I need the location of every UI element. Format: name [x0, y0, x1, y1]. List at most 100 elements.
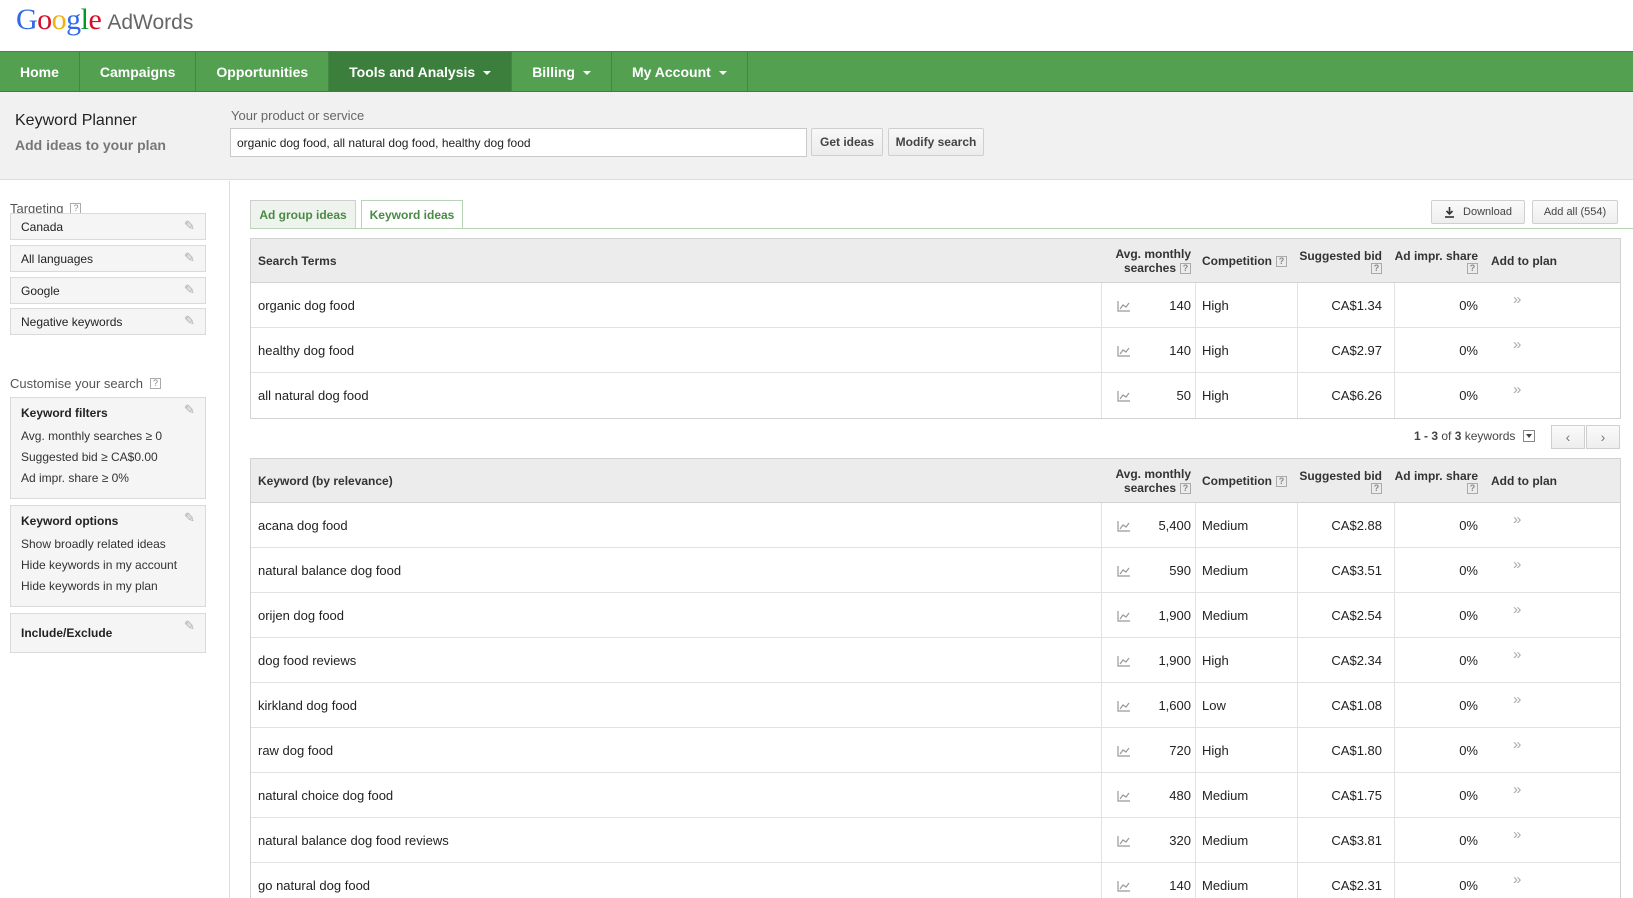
- trend-chart-icon[interactable]: [1117, 565, 1131, 577]
- add-to-plan-button[interactable]: »: [1513, 722, 1521, 767]
- pencil-icon[interactable]: ✎: [184, 251, 198, 265]
- pencil-icon[interactable]: ✎: [184, 219, 198, 233]
- add-to-plan-button[interactable]: »: [1513, 812, 1521, 857]
- trend-chart-icon[interactable]: [1117, 390, 1131, 402]
- trend-chart-button[interactable]: [1117, 328, 1131, 373]
- add-all-button[interactable]: Add all (554): [1532, 200, 1618, 224]
- trend-chart-icon[interactable]: [1117, 880, 1131, 892]
- page-title: Keyword Planner: [15, 112, 137, 129]
- nav-item-campaigns[interactable]: Campaigns: [80, 52, 197, 91]
- add-to-plan-button[interactable]: »: [1513, 497, 1521, 542]
- help-icon[interactable]: ?: [1371, 262, 1382, 274]
- col-header-suggested-bid[interactable]: Suggested bid?: [1299, 239, 1382, 283]
- tab-ad-group-ideas[interactable]: Ad group ideas: [250, 200, 356, 228]
- double-chevron-right-icon: »: [1513, 291, 1522, 308]
- add-to-plan-button[interactable]: »: [1513, 587, 1521, 632]
- download-button[interactable]: Download: [1431, 200, 1525, 224]
- trend-chart-button[interactable]: [1117, 818, 1131, 863]
- trend-chart-icon[interactable]: [1117, 790, 1131, 802]
- pencil-icon[interactable]: ✎: [184, 511, 198, 525]
- avg-monthly-searches: 140: [1169, 878, 1191, 893]
- help-icon[interactable]: ?: [149, 378, 161, 389]
- nav-item-tools-and-analysis[interactable]: Tools and Analysis: [329, 52, 513, 91]
- service-input[interactable]: [230, 128, 807, 157]
- trend-chart-button[interactable]: [1117, 503, 1131, 548]
- trend-chart-button[interactable]: [1117, 548, 1131, 593]
- col-header-ad-impr-share[interactable]: Ad impr. share?: [1395, 239, 1478, 283]
- trend-chart-icon[interactable]: [1117, 345, 1131, 357]
- keyword-filters-box[interactable]: Keyword filters Avg. monthly searches ≥ …: [10, 397, 206, 499]
- add-to-plan-button[interactable]: »: [1513, 677, 1521, 722]
- trend-chart-button[interactable]: [1117, 593, 1131, 638]
- prev-page-button[interactable]: ‹: [1551, 425, 1585, 449]
- double-chevron-right-icon: »: [1513, 736, 1522, 753]
- trend-chart-icon[interactable]: [1117, 700, 1131, 712]
- caret-down-icon: [483, 70, 492, 75]
- col-header-term[interactable]: Search Terms: [258, 239, 337, 283]
- targeting-item-canada[interactable]: Canada ✎: [10, 213, 206, 240]
- trend-chart-icon[interactable]: [1117, 520, 1131, 532]
- col-header-competition[interactable]: Competition?: [1202, 239, 1287, 283]
- trend-chart-button[interactable]: [1117, 283, 1131, 328]
- keyword-options-box[interactable]: Keyword options Show broadly related ide…: [10, 505, 206, 607]
- help-icon[interactable]: ?: [1467, 262, 1478, 274]
- modify-search-button[interactable]: Modify search: [888, 128, 984, 156]
- trend-chart-button[interactable]: [1117, 373, 1131, 418]
- filter-line: Suggested bid ≥ CA$0.00: [21, 450, 158, 464]
- tab-keyword-ideas[interactable]: Keyword ideas: [361, 200, 463, 229]
- help-icon[interactable]: ?: [1276, 475, 1287, 487]
- col-header-suggested-bid[interactable]: Suggested bid?: [1299, 459, 1382, 503]
- next-page-button[interactable]: ›: [1586, 425, 1620, 449]
- nav-item-home[interactable]: Home: [0, 52, 80, 91]
- col-header-ad-impr-share[interactable]: Ad impr. share?: [1395, 459, 1478, 503]
- add-to-plan-button[interactable]: »: [1513, 767, 1521, 812]
- targeting-item-all-languages[interactable]: All languages ✎: [10, 245, 206, 272]
- col-header-avg-searches[interactable]: Avg. monthly searches?: [1115, 459, 1191, 503]
- logo-letter: e: [88, 3, 102, 36]
- add-to-plan-button[interactable]: »: [1513, 542, 1521, 587]
- trend-chart-icon[interactable]: [1117, 745, 1131, 757]
- add-to-plan-button[interactable]: »: [1513, 277, 1521, 322]
- pencil-icon[interactable]: ✎: [184, 619, 198, 633]
- column-divider: [1101, 503, 1102, 547]
- pencil-icon[interactable]: ✎: [184, 314, 198, 328]
- col-header-competition[interactable]: Competition?: [1202, 459, 1287, 503]
- trend-chart-button[interactable]: [1117, 728, 1131, 773]
- targeting-item-google[interactable]: Google ✎: [10, 277, 206, 304]
- help-icon[interactable]: ?: [1371, 482, 1382, 494]
- help-icon[interactable]: ?: [1180, 482, 1191, 494]
- adwords-logo[interactable]: Google AdWords: [16, 3, 193, 43]
- keyword-text: healthy dog food: [258, 343, 355, 358]
- avg-monthly-searches: 590: [1169, 563, 1191, 578]
- targeting-item-negative-keywords[interactable]: Negative keywords ✎: [10, 308, 206, 335]
- trend-chart-icon[interactable]: [1117, 835, 1131, 847]
- trend-chart-button[interactable]: [1117, 638, 1131, 683]
- rows-dropdown-icon[interactable]: [1523, 430, 1536, 442]
- help-icon[interactable]: ?: [1276, 255, 1287, 267]
- get-ideas-button[interactable]: Get ideas: [811, 128, 883, 156]
- add-to-plan-button[interactable]: »: [1513, 322, 1521, 367]
- add-to-plan-button[interactable]: »: [1513, 857, 1521, 898]
- trend-chart-icon[interactable]: [1117, 300, 1131, 312]
- nav-item-billing[interactable]: Billing: [512, 52, 612, 91]
- ad-impr-share-value: 0%: [1459, 563, 1478, 578]
- add-to-plan-button[interactable]: »: [1513, 632, 1521, 677]
- include-exclude-box[interactable]: Include/Exclude ✎: [10, 613, 206, 653]
- trend-chart-icon[interactable]: [1117, 655, 1131, 667]
- help-icon[interactable]: ?: [1180, 262, 1191, 274]
- col-header-term[interactable]: Keyword (by relevance): [258, 459, 393, 503]
- help-icon[interactable]: ?: [1467, 482, 1478, 494]
- trend-chart-icon[interactable]: [1117, 610, 1131, 622]
- column-divider: [1394, 773, 1395, 817]
- trend-chart-button[interactable]: [1117, 683, 1131, 728]
- nav-item-my-account[interactable]: My Account: [612, 52, 748, 91]
- pencil-icon[interactable]: ✎: [184, 403, 198, 417]
- table-row: dog food reviews 1,900 High CA$2.34 0% »: [251, 638, 1620, 683]
- col-header-avg-searches[interactable]: Avg. monthly searches?: [1115, 239, 1191, 283]
- add-to-plan-button[interactable]: »: [1513, 367, 1521, 412]
- nav-item-opportunities[interactable]: Opportunities: [196, 52, 330, 91]
- trend-chart-button[interactable]: [1117, 773, 1131, 818]
- trend-chart-button[interactable]: [1117, 863, 1131, 898]
- ad-impr-share-value: 0%: [1459, 698, 1478, 713]
- pencil-icon[interactable]: ✎: [184, 283, 198, 297]
